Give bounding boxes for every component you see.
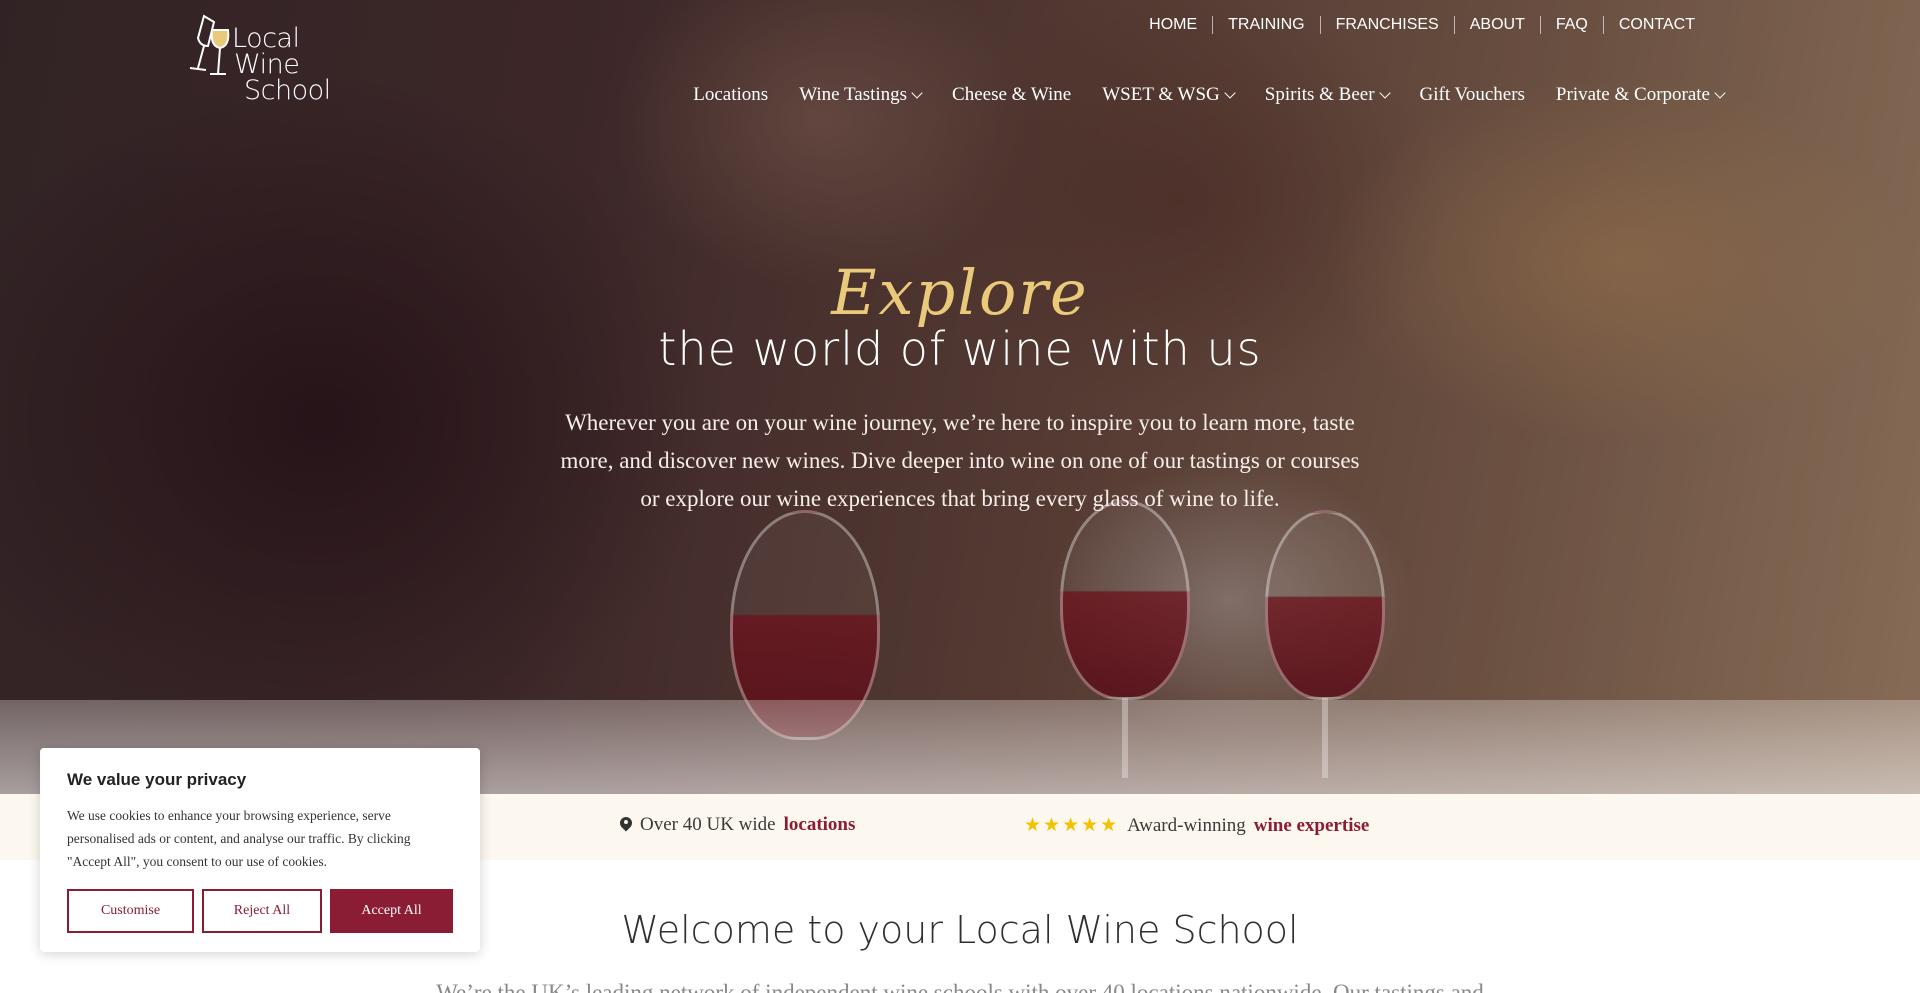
hero-script-word: Explore <box>831 256 1089 329</box>
main-nav-label: WSET & WSG <box>1102 84 1220 105</box>
hero-banner <box>0 0 1920 794</box>
locations-text: Over 40 UK wide <box>640 814 776 835</box>
top-nav-faq[interactable]: FAQ <box>1539 16 1603 34</box>
chevron-down-icon <box>911 86 923 99</box>
chevron-down-icon <box>1224 86 1236 99</box>
main-nav-locations[interactable]: Locations <box>693 84 768 106</box>
accept-all-button[interactable]: Accept All <box>330 889 453 933</box>
main-nav: Locations Wine Tastings Cheese & Wine WS… <box>693 84 1726 106</box>
main-nav-label: Cheese & Wine <box>952 84 1072 105</box>
hero-overlay <box>0 0 1920 794</box>
hero-lead: Wherever you are on your wine journey, w… <box>560 410 1360 511</box>
wine-glasses-logo-icon <box>189 14 230 75</box>
customise-button[interactable]: Customise <box>67 889 194 933</box>
main-nav-private-corporate[interactable]: Private & Corporate <box>1555 84 1726 106</box>
wine-glass-image <box>1060 500 1190 700</box>
locations-link[interactable]: locations <box>784 814 856 836</box>
chevron-down-icon <box>1378 86 1391 99</box>
cookie-title: We value your privacy <box>67 770 247 789</box>
wine-glass-image <box>1265 510 1385 700</box>
main-nav-label: Gift Vouchers <box>1419 84 1525 105</box>
award-text: Award-winning <box>1127 814 1246 836</box>
top-nav-contact[interactable]: CONTACT <box>1602 16 1710 34</box>
wine-expertise-link[interactable]: wine expertise <box>1254 815 1370 837</box>
main-nav-cheese-wine[interactable]: Cheese & Wine <box>952 84 1071 106</box>
main-nav-wset-wsg[interactable]: WSET & WSG <box>1102 84 1236 106</box>
chevron-down-icon <box>1714 86 1726 99</box>
top-nav-home[interactable]: HOME <box>1134 16 1212 34</box>
top-nav-franchises[interactable]: FRANCHISES <box>1319 16 1454 34</box>
site-logo[interactable]: Local Wine School <box>184 8 344 108</box>
logo-line-3: School <box>244 75 331 106</box>
logo-wordmark: Local Wine School <box>232 25 331 106</box>
top-nav-training[interactable]: TRAINING <box>1212 16 1319 34</box>
five-star-rating-icon: ★★★★★ <box>1024 815 1120 836</box>
main-nav-wine-tastings[interactable]: Wine Tastings <box>799 84 923 106</box>
main-nav-spirits-beer[interactable]: Spirits & Beer <box>1264 84 1391 106</box>
top-nav-about[interactable]: ABOUT <box>1453 16 1540 34</box>
locations-info: Over 40 UK wide locations <box>620 814 855 836</box>
hero-headline: the world of wine with us <box>658 322 1262 376</box>
cookie-consent-dialog: We value your privacy We use cookies to … <box>40 748 480 952</box>
main-nav-label: Wine Tastings <box>799 84 908 105</box>
reject-all-button[interactable]: Reject All <box>202 889 322 933</box>
top-nav: HOME TRAINING FRANCHISES ABOUT FAQ CONTA… <box>1134 16 1710 34</box>
cookie-text: We use cookies to enhance your browsing … <box>67 808 411 869</box>
welcome-intro: We’re the UK’s leading network of indepe… <box>436 980 1484 993</box>
cookie-buttons: Customise Reject All Accept All <box>67 889 453 933</box>
main-nav-label: Private & Corporate <box>1555 84 1710 105</box>
award-info: ★★★★★ Award-winning wine expertise <box>1024 814 1369 837</box>
main-nav-gift-vouchers[interactable]: Gift Vouchers <box>1420 84 1525 106</box>
map-pin-icon <box>620 817 632 834</box>
main-nav-label: Spirits & Beer <box>1264 84 1375 105</box>
main-nav-label: Locations <box>693 84 769 105</box>
